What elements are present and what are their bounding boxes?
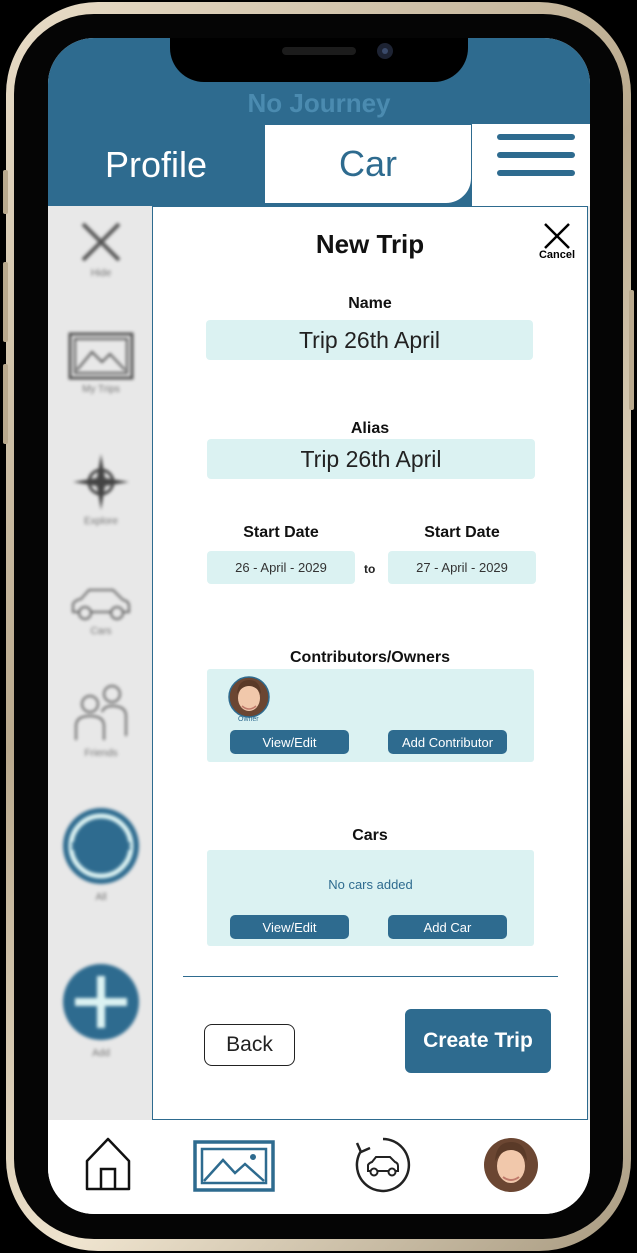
close-icon	[544, 223, 570, 249]
nav-home[interactable]	[82, 1134, 134, 1192]
cars-label: Cars	[352, 827, 388, 844]
speaker-grille	[282, 47, 356, 55]
plus-icon	[63, 964, 139, 1040]
nav-car-history[interactable]	[352, 1134, 414, 1196]
journey-status: No Journey	[247, 88, 391, 118]
sidebar-item-add[interactable]: Add	[48, 960, 154, 1059]
front-camera	[377, 43, 393, 59]
date-separator: to	[364, 562, 376, 576]
add-car-button[interactable]: Add Car	[388, 915, 507, 939]
mute-switch	[3, 170, 8, 214]
compass-icon	[73, 454, 129, 510]
name-label: Name	[348, 295, 392, 312]
bottom-nav	[48, 1120, 590, 1214]
sidebar-label: Add	[92, 1048, 110, 1059]
sidebar-label: Cars	[90, 626, 112, 637]
back-button[interactable]: Back	[204, 1024, 295, 1066]
image-icon	[68, 332, 134, 380]
sidebar-label: Explore	[84, 516, 118, 527]
trip-alias-input[interactable]: Trip 26th April	[207, 439, 535, 479]
sidebar-item-hide[interactable]: Hide	[48, 220, 154, 279]
tab-car[interactable]: Car	[264, 124, 472, 204]
sidebar-label: My Trips	[82, 384, 120, 395]
profile-avatar	[484, 1138, 538, 1192]
car-icon	[72, 589, 130, 620]
cancel-label: Cancel	[538, 249, 576, 261]
no-cars-text: No cars added	[328, 877, 413, 892]
close-x-icon	[81, 222, 121, 262]
hamburger-menu-icon[interactable]	[472, 124, 590, 206]
volume-down-button	[3, 364, 8, 444]
owner-avatar[interactable]	[228, 676, 270, 718]
create-trip-button[interactable]: Create Trip	[405, 1009, 551, 1073]
contributors-view-edit-button[interactable]: View/Edit	[230, 730, 349, 754]
sidebar-item-explore[interactable]: Explore	[48, 452, 154, 527]
add-contributor-button[interactable]: Add Contributor	[388, 730, 507, 754]
divider	[183, 976, 558, 977]
car-history-icon	[355, 1137, 411, 1193]
new-trip-modal: New Trip Cancel Name Trip 26th April Ali…	[152, 206, 588, 1120]
end-date-label: Start Date	[424, 524, 500, 541]
sidebar-label: Friends	[84, 748, 118, 759]
volume-up-button	[3, 262, 8, 342]
tab-profile[interactable]: Profile	[48, 124, 264, 206]
end-date-field[interactable]: 27 - April - 2029	[388, 551, 536, 584]
nav-profile[interactable]	[482, 1136, 540, 1194]
cancel-button[interactable]: Cancel	[537, 221, 577, 261]
power-button	[629, 290, 634, 410]
contributors-panel: Owner View/Edit Add Contributor	[207, 669, 534, 762]
contributors-label: Contributors/Owners	[289, 649, 450, 666]
gallery-icon	[193, 1140, 275, 1192]
people-icon	[75, 685, 127, 740]
cars-view-edit-button[interactable]: View/Edit	[230, 915, 349, 939]
sidebar-label: Hide	[90, 268, 112, 279]
owner-role-label: Owner	[238, 716, 259, 723]
notch	[170, 38, 468, 82]
start-date-field[interactable]: 26 - April - 2029	[207, 551, 355, 584]
screen: No Journey Profile Car Hide My Trips Exp…	[48, 38, 590, 1214]
cars-panel: No cars added View/Edit Add Car	[207, 850, 534, 946]
sidebar-item-friends[interactable]: Friends	[48, 682, 154, 759]
modal-title: New Trip	[315, 229, 425, 259]
sidebar-label: All	[95, 892, 107, 903]
alias-label: Alias	[350, 420, 390, 437]
sidebar-item-all[interactable]: All	[48, 804, 154, 903]
nav-gallery[interactable]	[192, 1138, 276, 1194]
sidebar: Hide My Trips Explore Cars Friends All A…	[48, 206, 154, 1120]
home-icon	[85, 1137, 131, 1191]
sidebar-item-my-trips[interactable]: My Trips	[48, 332, 154, 395]
sidebar-item-cars[interactable]: Cars	[48, 586, 154, 637]
link-icon	[63, 808, 139, 884]
start-date-label: Start Date	[243, 524, 319, 541]
trip-name-input[interactable]: Trip 26th April	[206, 320, 533, 360]
